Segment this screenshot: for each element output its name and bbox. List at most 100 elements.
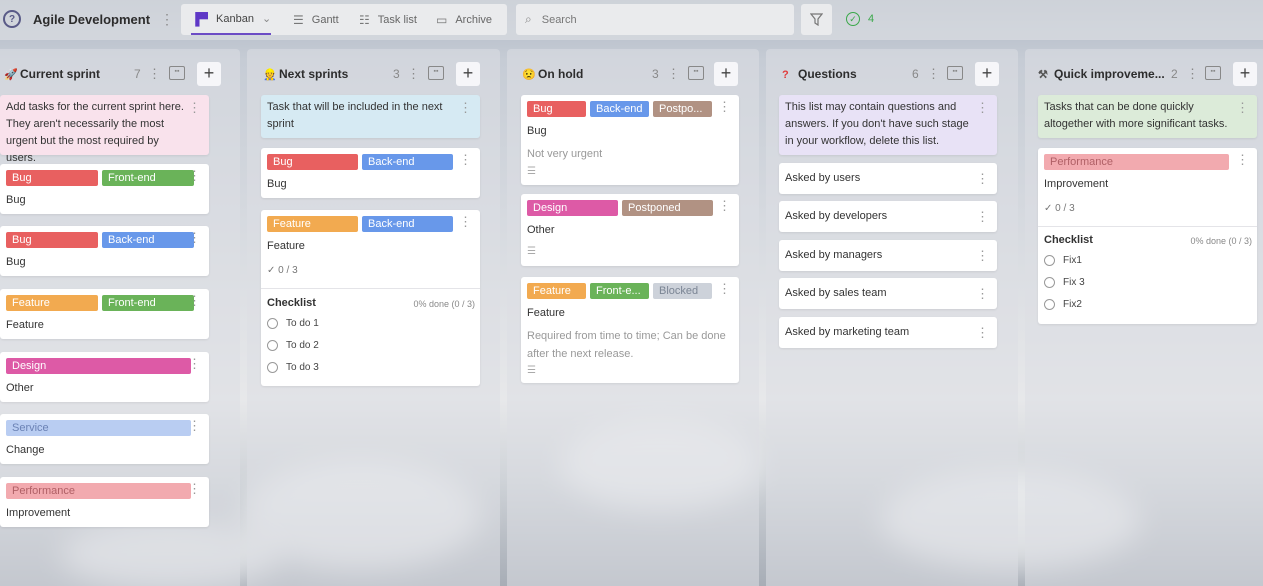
column-note[interactable]: Task that will be included in the next s… (261, 95, 480, 138)
chevron-down-icon[interactable]: ⌄ (262, 12, 271, 25)
add-task-button[interactable]: + (975, 62, 999, 86)
task-card[interactable]: Bug Back-end ⋮ Bug (261, 148, 480, 198)
project-menu-icon[interactable]: ? (3, 10, 21, 28)
column-note[interactable]: Tasks that can be done quickly altogethe… (1038, 95, 1257, 138)
filter-button[interactable] (801, 4, 832, 35)
project-more-icon[interactable]: ⋮ (160, 11, 174, 28)
checklist-item[interactable]: Fix 3 (1044, 277, 1085, 288)
checklist-item[interactable]: Fix2 (1044, 299, 1082, 310)
view-tab-gantt[interactable]: ☰ Gantt (293, 4, 339, 35)
column-title[interactable]: ? Questions (782, 67, 857, 81)
task-card[interactable]: Asked by marketing team ⋮ (779, 317, 997, 348)
task-card[interactable]: Asked by sales team ⋮ (779, 278, 997, 309)
list-icon: ☷ (359, 12, 370, 27)
view-tab-archive[interactable]: ▭ Archive (436, 4, 492, 35)
card-menu-icon[interactable]: ⋮ (1236, 99, 1249, 116)
task-card[interactable]: Bug Back-end ⋮ Bug (0, 226, 209, 276)
checklist-counter[interactable]: ✓ 0 / 3 (267, 265, 298, 276)
column-title[interactable]: 👷 Next sprints (263, 67, 348, 81)
checkbox-icon[interactable] (267, 318, 278, 329)
add-task-button[interactable]: + (1233, 62, 1257, 86)
add-task-button[interactable]: + (197, 62, 221, 86)
card-menu-icon[interactable]: ⋮ (188, 293, 201, 309)
column-title-text: Current sprint (20, 67, 101, 81)
card-menu-icon[interactable]: ⋮ (1236, 152, 1249, 168)
column-title[interactable]: 😟 On hold (522, 67, 583, 81)
card-title: Asked by developers (785, 210, 888, 222)
column-view-icon[interactable]: ▪▪ (428, 66, 444, 80)
card-menu-icon[interactable]: ⋮ (718, 99, 731, 115)
card-menu-icon[interactable]: ⋮ (188, 99, 201, 116)
column-more-icon[interactable]: ⋮ (1186, 66, 1199, 82)
tag-list: Feature Front-end (6, 295, 194, 311)
task-card[interactable]: Feature Front-e... Blocked ⋮ Feature Requi… (521, 277, 739, 383)
checklist-item[interactable]: To do 3 (267, 362, 319, 373)
checklist-item[interactable]: To do 1 (267, 318, 319, 329)
checklist-item[interactable]: Fix1 (1044, 255, 1082, 266)
column-view-icon[interactable]: ▪▪ (169, 66, 185, 80)
card-menu-icon[interactable]: ⋮ (188, 168, 201, 184)
card-menu-icon[interactable]: ⋮ (188, 418, 201, 434)
card-menu-icon[interactable]: ⋮ (459, 214, 472, 230)
task-card[interactable]: Asked by developers ⋮ (779, 201, 997, 232)
card-menu-icon[interactable]: ⋮ (976, 248, 989, 264)
checkbox-icon[interactable] (1044, 299, 1055, 310)
card-menu-icon[interactable]: ⋮ (188, 481, 201, 497)
view-tab-task-list[interactable]: ☷ Task list (359, 4, 417, 35)
card-menu-icon[interactable]: ⋮ (718, 281, 731, 297)
column-view-icon[interactable]: ▪▪ (688, 66, 704, 80)
column-note[interactable]: This list may contain questions and answ… (779, 95, 997, 155)
card-menu-icon[interactable]: ⋮ (188, 356, 201, 372)
column-title[interactable]: 🚀 Current sprint (4, 67, 100, 81)
task-card[interactable]: Feature Front-end ⋮ Feature (0, 289, 209, 339)
column-header: 🚀 Current sprint 7 ⋮ ▪▪ + (0, 49, 240, 95)
column-more-icon[interactable]: ⋮ (927, 66, 940, 82)
column-more-icon[interactable]: ⋮ (407, 66, 420, 82)
card-title: Bug (527, 125, 547, 137)
column-title[interactable]: ⚒ Quick improveme... (1038, 67, 1165, 81)
checkbox-icon[interactable] (267, 340, 278, 351)
task-card[interactable]: Feature Back-end ⋮ Feature ✓ 0 / 3 Checkl… (261, 210, 480, 386)
task-card[interactable]: Performance ⋮ Improvement (0, 477, 209, 527)
checklist-item-label: Fix 3 (1063, 277, 1085, 288)
card-menu-icon[interactable]: ⋮ (976, 171, 989, 187)
task-card[interactable]: Asked by users ⋮ (779, 163, 997, 194)
project-title[interactable]: Agile Development (33, 12, 150, 27)
card-menu-icon[interactable]: ⋮ (459, 99, 472, 116)
column-header: ? Questions 6 ⋮ ▪▪ + (766, 49, 1018, 95)
view-tab-kanban[interactable]: ▐▀ Kanban ⌄ (191, 4, 272, 35)
card-menu-icon[interactable]: ⋮ (976, 209, 989, 225)
card-menu-icon[interactable]: ⋮ (718, 198, 731, 214)
rocket-icon: 🚀 (4, 69, 18, 81)
checklist-item[interactable]: To do 2 (267, 340, 319, 351)
checklist-item-label: To do 3 (286, 362, 319, 373)
column-note[interactable]: Add tasks for the current sprint here. T… (0, 95, 209, 164)
column-view-icon[interactable]: ▪▪ (1205, 66, 1221, 80)
task-card[interactable]: Design Postponed ⋮ Other ☰ (521, 194, 739, 266)
completed-tasks-counter[interactable]: ✓ 4 (846, 12, 874, 26)
card-menu-icon[interactable]: ⋮ (976, 286, 989, 302)
task-card[interactable]: Asked by managers ⋮ (779, 240, 997, 271)
add-task-button[interactable]: + (456, 62, 480, 86)
task-card[interactable]: Bug Back-end Postpo... ⋮ Bug Not very urge… (521, 95, 739, 185)
checkbox-icon[interactable] (1044, 255, 1055, 266)
column-more-icon[interactable]: ⋮ (148, 66, 161, 82)
checkbox-icon[interactable] (1044, 277, 1055, 288)
column-more-icon[interactable]: ⋮ (667, 66, 680, 82)
task-card[interactable]: Performance ⋮ Improvement ✓ 0 / 3 Checkl… (1038, 148, 1257, 324)
checklist-item-label: To do 2 (286, 340, 319, 351)
column-view-icon[interactable]: ▪▪ (947, 66, 963, 80)
task-card[interactable]: Design ⋮ Other (0, 352, 209, 402)
task-card[interactable]: Service ⋮ Change (0, 414, 209, 464)
checklist-progress: 0% done (0 / 3) (413, 299, 475, 309)
search-input[interactable]: ⌕ Search (516, 4, 794, 35)
card-menu-icon[interactable]: ⋮ (459, 152, 472, 168)
card-menu-icon[interactable]: ⋮ (188, 230, 201, 246)
card-menu-icon[interactable]: ⋮ (976, 325, 989, 341)
checklist-counter[interactable]: ✓ 0 / 3 (1044, 203, 1075, 214)
task-card[interactable]: Bug Front-end ⋮ Bug (0, 164, 209, 214)
checkbox-icon[interactable] (267, 362, 278, 373)
card-title: Feature (267, 240, 305, 252)
card-menu-icon[interactable]: ⋮ (976, 99, 989, 116)
add-task-button[interactable]: + (714, 62, 738, 86)
